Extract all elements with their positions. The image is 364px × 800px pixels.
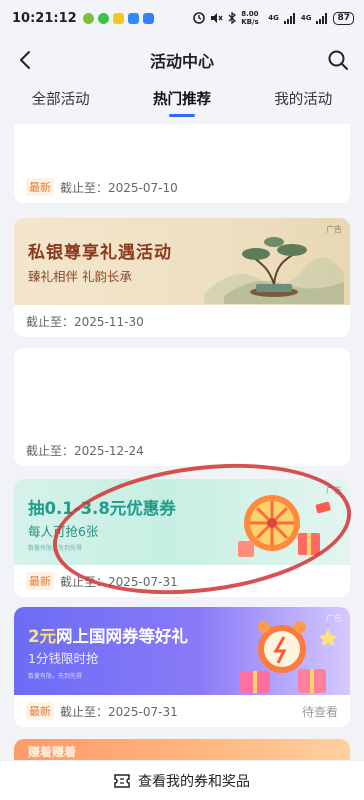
banner-subtitle: 1分钱限时抢 — [28, 651, 99, 666]
ticket-icon — [114, 773, 130, 788]
app-notification-icon — [127, 12, 139, 24]
my-coupons-prizes-link[interactable]: 查看我的券和奖品 — [138, 771, 250, 791]
mute-icon — [211, 13, 223, 23]
status-bar: 10:21:12 8.00 KB/s 4G 4G 87 — [0, 0, 364, 36]
wechat-icon — [97, 12, 109, 24]
activity-banner: 赚着赚着 — [14, 739, 350, 760]
card-footer: 最新 截止至：2025-07-10 — [14, 171, 350, 203]
app-notification-icon — [112, 12, 124, 24]
deadline-text: 截止至：2025-12-24 — [26, 443, 144, 458]
activity-card[interactable]: 广告 抽0.1-3.8元优惠券 每人可抢6张 数量有限，先到先得 最新 截止至：… — [14, 479, 350, 597]
tab-bar: 全部活动 热门推荐 我的活动 — [0, 84, 364, 124]
card-footer: 最新 截止至：2025-07-31 — [14, 565, 350, 597]
signal-icon — [316, 12, 328, 24]
deadline-text: 截止至：2025-07-10 — [60, 180, 178, 195]
page-title: 活动中心 — [149, 52, 214, 71]
view-status[interactable]: 待查看 — [302, 703, 338, 720]
status-right: 8.00 KB/s 4G 4G 87 — [193, 10, 354, 26]
banner-subtitle: 每人可抢6张 — [28, 524, 99, 539]
prize-wheel-illustration — [238, 495, 331, 557]
activity-banner: 广告 私银尊享礼遇活动 臻礼相伴 礼韵长承 — [14, 218, 350, 305]
activity-banner — [14, 124, 350, 171]
banner-title: 网上国网券等好礼 — [55, 627, 188, 646]
activity-card[interactable]: 截止至：2025-12-24 — [14, 348, 350, 466]
bottom-action-bar[interactable]: 查看我的券和奖品 — [0, 760, 364, 800]
signal-label: 4G — [268, 14, 279, 22]
activity-banner: 广告 抽0.1-3.8元优惠券 每人可抢6张 数量有限，先到先得 — [14, 479, 350, 565]
deadline-text: 截止至：2025-07-31 — [60, 704, 178, 719]
activity-banner — [14, 348, 350, 434]
new-badge: 最新 — [26, 572, 54, 590]
alarm-icon — [193, 12, 206, 24]
landscape-bonsai-illustration — [204, 237, 344, 304]
activity-list[interactable]: 最新 截止至：2025-07-10 广告 私银尊享礼遇活动 臻礼相伴 礼韵长承 … — [0, 124, 364, 760]
activity-card[interactable]: 赚着赚着 — [14, 739, 350, 760]
bluetooth-icon — [228, 12, 237, 24]
nav-header: 活动中心 — [0, 36, 364, 84]
alarm-clock-gift-illustration — [240, 621, 337, 693]
search-icon[interactable] — [326, 48, 350, 72]
activity-card[interactable]: 广告 2元网上国网券等好礼 1分钱限时抢 数量有限，先到先得 最新 截止至：20 — [14, 607, 350, 727]
fine-print: 数量有限，先到先得 — [28, 673, 83, 680]
deadline-text: 截止至：2025-11-30 — [26, 314, 144, 329]
signal-label: 4G — [300, 14, 312, 22]
app-notification-icon — [142, 12, 154, 24]
card-footer: 截止至：2025-11-30 — [14, 305, 350, 337]
new-badge: 最新 — [26, 178, 54, 196]
activity-card[interactable]: 最新 截止至：2025-07-10 — [14, 124, 350, 203]
tab-my-activities[interactable]: 我的活动 — [274, 88, 332, 117]
network-speed: 8.00 KB/s — [241, 10, 259, 26]
deadline-text: 截止至：2025-07-31 — [60, 574, 178, 589]
battery-indicator: 87 — [333, 11, 354, 25]
activity-banner: 广告 2元网上国网券等好礼 1分钱限时抢 数量有限，先到先得 — [14, 607, 350, 695]
tab-hot-recommend[interactable]: 热门推荐 — [153, 88, 211, 117]
banner-subtitle: 臻礼相伴 礼韵长承 — [28, 269, 132, 284]
notification-icons — [82, 12, 154, 24]
signal-icon — [283, 12, 295, 24]
card-footer: 截止至：2025-12-24 — [14, 434, 350, 466]
new-badge: 最新 — [26, 702, 54, 720]
app-notification-icon — [82, 12, 94, 24]
card-footer: 最新 截止至：2025-07-31 待查看 — [14, 695, 350, 727]
activity-card[interactable]: 广告 私银尊享礼遇活动 臻礼相伴 礼韵长承 截止至：2025-11-30 — [14, 218, 350, 337]
back-icon[interactable] — [14, 48, 38, 72]
status-time: 10:21:12 — [12, 10, 77, 26]
tab-all-activities[interactable]: 全部活动 — [32, 88, 90, 117]
banner-title-highlight: 2元 — [28, 627, 56, 646]
fine-print: 数量有限，先到先得 — [28, 545, 83, 552]
banner-title: 私银尊享礼遇活动 — [28, 243, 172, 263]
banner-title: 抽0.1-3.8元优惠券 — [28, 499, 176, 518]
banner-title: 赚着赚着 — [28, 745, 77, 759]
